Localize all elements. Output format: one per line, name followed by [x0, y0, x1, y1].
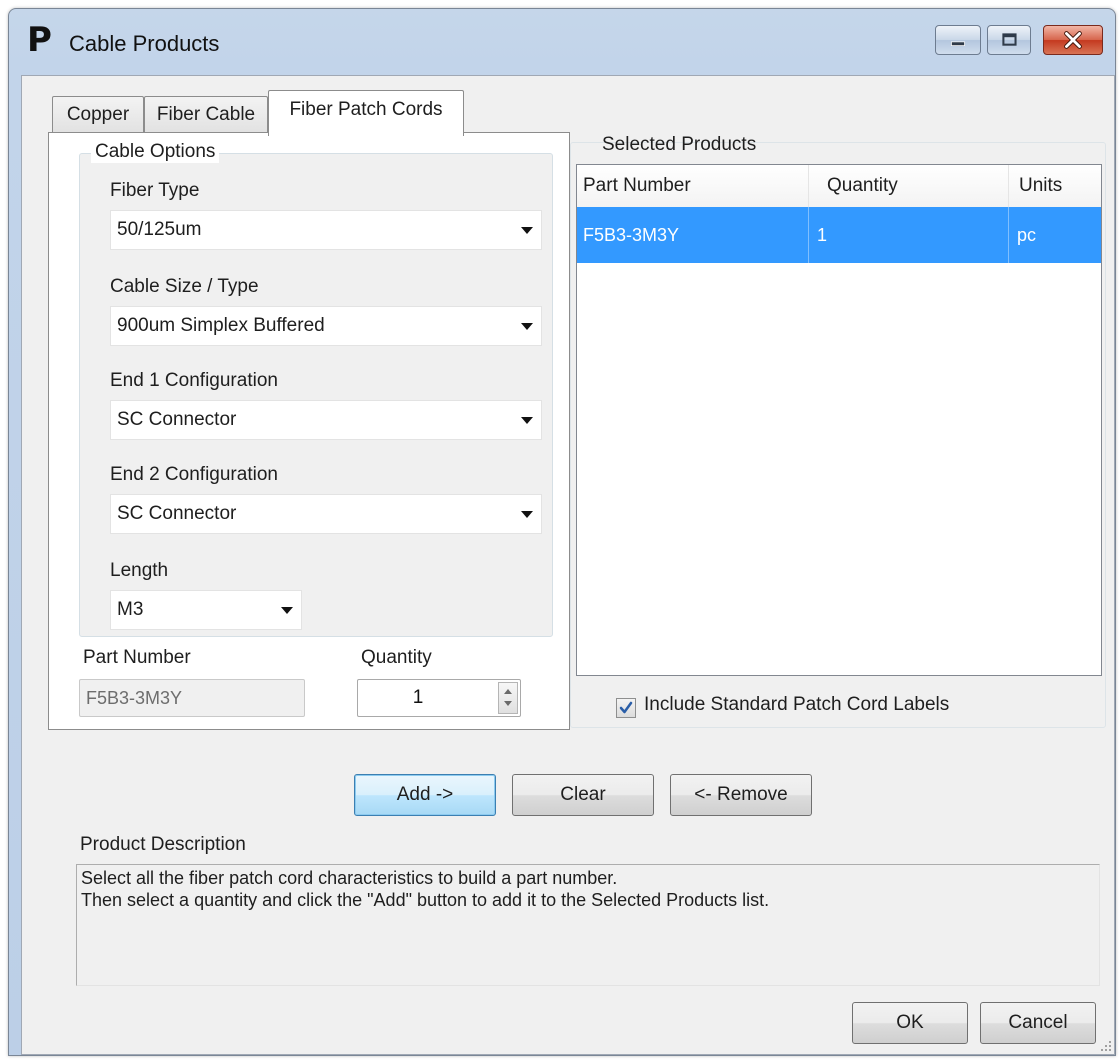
add-button[interactable]: Add ->	[354, 774, 496, 816]
fiber-patch-cords-panel: Cable Options Fiber Type 50/125um Cable …	[48, 132, 570, 730]
end1-config-label: End 1 Configuration	[110, 370, 278, 391]
end1-config-value: SC Connector	[117, 409, 237, 430]
clear-button[interactable]: Clear	[512, 774, 654, 816]
chevron-down-icon	[521, 323, 533, 330]
arrow-up-icon[interactable]	[504, 689, 512, 694]
dialog-window: P Cable Products Copper Fiber Cable Fibe…	[8, 8, 1116, 1056]
description-line: Select all the fiber patch cord characte…	[81, 868, 618, 888]
stepper-buttons[interactable]	[498, 682, 518, 714]
cable-options-title: Cable Options	[91, 141, 220, 163]
product-description-box: Select all the fiber patch cord characte…	[76, 864, 1100, 986]
chevron-down-icon	[521, 511, 533, 518]
part-number-field: F5B3-3M3Y	[79, 679, 305, 717]
cable-size-value: 900um Simplex Buffered	[117, 315, 325, 336]
fiber-type-label: Fiber Type	[110, 180, 200, 201]
tab-fiber-patch-cords[interactable]: Fiber Patch Cords	[268, 90, 464, 136]
include-labels-label[interactable]: Include Standard Patch Cord Labels	[644, 694, 949, 716]
row-part-number: F5B3-3M3Y	[577, 207, 809, 263]
chevron-down-icon	[521, 227, 533, 234]
close-icon	[1064, 31, 1082, 49]
length-combo[interactable]: M3	[110, 590, 302, 630]
end1-config-combo[interactable]: SC Connector	[110, 400, 542, 440]
description-line: Then select a quantity and click the "Ad…	[81, 890, 770, 910]
chevron-down-icon	[521, 417, 533, 424]
quantity-stepper[interactable]: 1	[357, 679, 521, 717]
selected-products-list[interactable]: Part Number Quantity Units F5B3-3M3Y 1 p…	[576, 164, 1102, 676]
quantity-label: Quantity	[361, 647, 432, 668]
cable-options-group: Fiber Type 50/125um Cable Size / Type 90…	[79, 153, 553, 637]
window-title: Cable Products	[69, 31, 220, 56]
list-header: Part Number Quantity Units	[577, 165, 1101, 208]
maximize-button[interactable]	[987, 25, 1031, 55]
minimize-button[interactable]	[935, 25, 981, 55]
column-header-part-number[interactable]: Part Number	[577, 165, 809, 207]
length-value: M3	[117, 599, 144, 620]
app-logo-icon: P	[27, 20, 52, 60]
row-quantity: 1	[809, 207, 1009, 263]
cable-size-label: Cable Size / Type	[110, 276, 259, 297]
minimize-icon	[951, 41, 965, 46]
row-units: pc	[1017, 225, 1037, 245]
column-header-quantity[interactable]: Quantity	[809, 165, 1009, 207]
end2-config-label: End 2 Configuration	[110, 464, 278, 485]
include-labels-checkbox[interactable]	[616, 698, 636, 718]
title-bar[interactable]: P Cable Products	[9, 9, 1115, 73]
maximize-icon	[1002, 33, 1017, 46]
tab-fiber-cable[interactable]: Fiber Cable	[144, 96, 268, 134]
product-description-label: Product Description	[80, 834, 246, 855]
cable-size-combo[interactable]: 900um Simplex Buffered	[110, 306, 542, 346]
tab-copper[interactable]: Copper	[52, 96, 144, 134]
fiber-type-combo[interactable]: 50/125um	[110, 210, 542, 250]
table-row[interactable]: F5B3-3M3Y 1 pc	[577, 207, 1101, 263]
fiber-type-value: 50/125um	[117, 219, 202, 240]
part-number-label: Part Number	[83, 647, 191, 668]
checkmark-icon	[619, 701, 633, 714]
end2-config-combo[interactable]: SC Connector	[110, 494, 542, 534]
selected-products-title: Selected Products	[602, 134, 757, 155]
remove-button[interactable]: <- Remove	[670, 774, 812, 816]
quantity-value: 1	[412, 687, 424, 708]
cancel-button[interactable]: Cancel	[980, 1002, 1096, 1044]
arrow-down-icon[interactable]	[504, 701, 512, 706]
resize-grip-icon[interactable]	[1100, 1040, 1112, 1052]
end2-config-value: SC Connector	[117, 503, 237, 524]
chevron-down-icon	[281, 607, 293, 614]
column-header-units[interactable]: Units	[1009, 165, 1101, 207]
length-label: Length	[110, 560, 169, 581]
dialog-client-area: Copper Fiber Cable Fiber Patch Cords Cab…	[21, 75, 1115, 1055]
close-button[interactable]	[1043, 25, 1103, 55]
ok-button[interactable]: OK	[852, 1002, 968, 1044]
